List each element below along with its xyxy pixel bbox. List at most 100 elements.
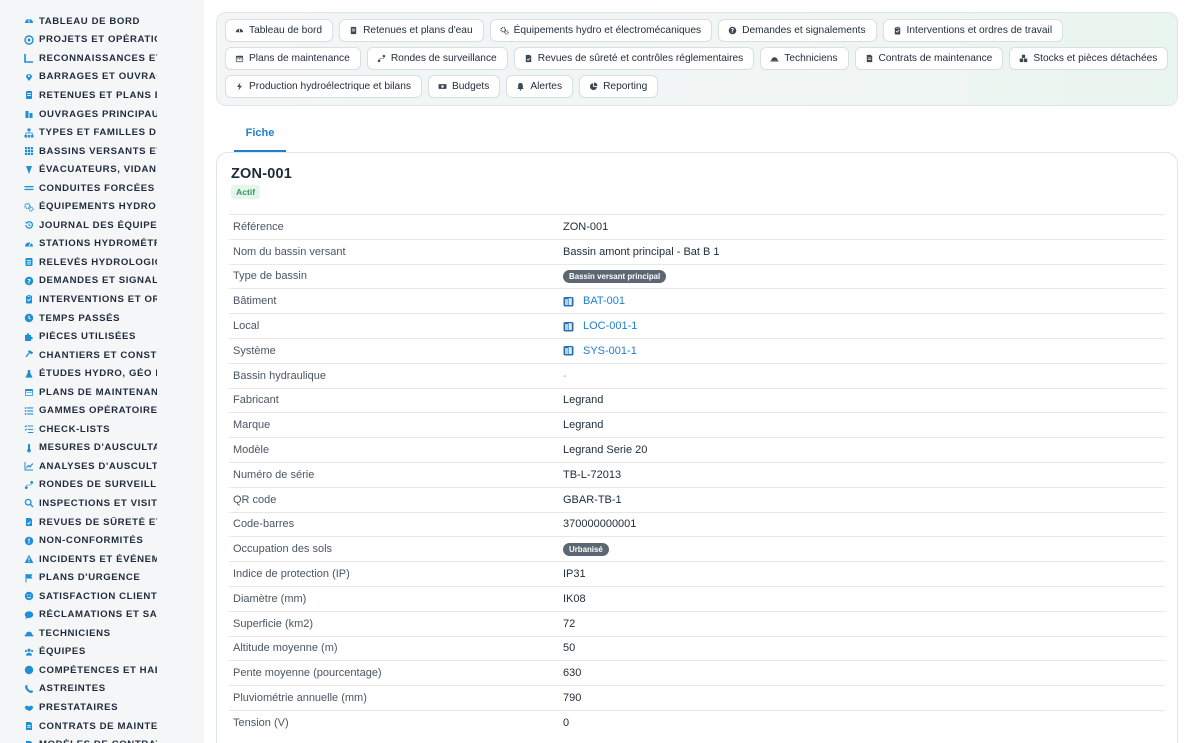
module-nav-button-label: Revues de sûreté et contrôles réglementa… — [537, 53, 744, 64]
sidebar-item[interactable]: PIÈCES UTILISÉES — [0, 327, 204, 346]
sidebar-item[interactable]: ANALYSES D'AUSCULTAT — [0, 457, 204, 476]
sidebar-item[interactable]: REVUES DE SÛRETÉ ET C — [0, 513, 204, 532]
sidebar-item[interactable]: ÉQUIPES — [0, 643, 204, 662]
sidebar-item[interactable]: CONTRATS DE MAINTENA — [0, 717, 204, 736]
warning-icon — [24, 554, 34, 564]
field-label: Numéro de série — [233, 468, 315, 481]
contract-icon — [865, 54, 874, 63]
field-value-link[interactable]: LOC-001-1 — [563, 320, 637, 332]
sidebar-item[interactable]: OUVRAGES PRINCIPAUX — [0, 105, 204, 124]
field-label: Altitude moyenne (m) — [233, 642, 338, 655]
sidebar-item[interactable]: INSPECTIONS ET VISITES — [0, 494, 204, 513]
field-value-cell: TB-L-72013 — [563, 469, 1165, 481]
hardhat-icon — [24, 628, 34, 638]
sidebar-item[interactable]: MODÈLES DE CONTRATS — [0, 735, 204, 743]
field-value-link-text: SYS-001-1 — [583, 344, 637, 357]
sidebar-item[interactable]: RÉCLAMATIONS ET SAV — [0, 606, 204, 625]
field-value: 50 — [563, 642, 576, 655]
pin-icon — [24, 72, 34, 82]
module-nav-button[interactable]: Revues de sûreté et contrôles réglementa… — [513, 47, 755, 70]
sidebar-item[interactable]: RONDES DE SURVEILLAN — [0, 476, 204, 495]
module-nav-button[interactable]: Plans de maintenance — [225, 47, 361, 70]
sidebar-item[interactable]: INCIDENTS ET ÉVÉNEMEI — [0, 550, 204, 569]
module-nav-button-label: Reporting — [603, 81, 648, 92]
field-row: Bâtiment BAT-001 — [229, 288, 1165, 313]
sidebar-item[interactable]: JOURNAL DES ÉQUIPEME — [0, 216, 204, 235]
sidebar-item[interactable]: INTERVENTIONS ET ORDI — [0, 290, 204, 309]
module-nav-button[interactable]: ? Demandes et signalements — [718, 19, 877, 42]
tab-fiche[interactable]: Fiche — [234, 118, 286, 152]
module-nav-button[interactable]: Stocks et pièces détachées — [1009, 47, 1169, 70]
checklist-icon — [24, 424, 34, 434]
file-check-icon — [524, 54, 533, 63]
sidebar-item[interactable]: PLANS DE MAINTENANCE — [0, 383, 204, 402]
field-label: Tension (V) — [233, 716, 289, 729]
sidebar-item[interactable]: CHECK-LISTS — [0, 420, 204, 439]
sidebar-item[interactable]: SATISFACTION CLIENT — [0, 587, 204, 606]
sidebar-item-label: MESURES D'AUSCULTATI — [39, 442, 157, 454]
bell-icon — [516, 82, 525, 91]
module-nav-button[interactable]: Contrats de maintenance — [854, 47, 1004, 70]
module-nav-button-label: Techniciens — [784, 53, 838, 64]
sidebar-item[interactable]: PRESTATAIRES — [0, 698, 204, 717]
sidebar-item[interactable]: PLANS D'URGENCE — [0, 568, 204, 587]
sidebar-item[interactable]: ? DEMANDES ET SIGNALEM — [0, 272, 204, 291]
module-nav-button[interactable]: Rondes de surveillance — [366, 47, 508, 70]
hardhat-icon — [770, 54, 779, 63]
sidebar-item[interactable]: RETENUES ET PLANS D'E — [0, 86, 204, 105]
field-value-link[interactable]: BAT-001 — [563, 295, 625, 307]
module-nav-button-label: Rondes de surveillance — [390, 53, 497, 64]
module-nav-button[interactable]: Retenues et plans d'eau — [339, 19, 484, 42]
sidebar-item-label: SATISFACTION CLIENT — [39, 590, 157, 602]
module-nav-button[interactable]: Alertes — [506, 75, 574, 98]
gauge-icon — [24, 239, 34, 249]
field-label: QR code — [233, 493, 277, 506]
module-nav-button[interactable]: Reporting — [579, 75, 659, 98]
module-nav-panel: Tableau de bord Retenues et plans d'eau Éq… — [216, 12, 1178, 106]
field-row: Local LOC-001-1 — [229, 313, 1165, 338]
sidebar-item[interactable]: GAMMES OPÉRATOIRES — [0, 401, 204, 420]
sidebar-item[interactable]: CHANTIERS ET CONSTRU — [0, 346, 204, 365]
module-nav-button[interactable]: Interventions et ordres de travail — [882, 19, 1064, 42]
field-value: 630 — [563, 667, 582, 680]
sidebar-item[interactable]: STATIONS HYDROMÉTRIC — [0, 235, 204, 254]
sidebar-item[interactable]: TECHNICIENS — [0, 624, 204, 643]
field-value-cell: Bassin amont principal - Bat B 1 — [563, 246, 1165, 258]
record-fields-table: Référence ZON-001 Nom du bassin versant Bas… — [229, 214, 1165, 735]
field-value-cell: 0 — [563, 717, 1165, 729]
sidebar-item[interactable]: CONDUITES FORCÉES ET — [0, 179, 204, 198]
sidebar-item[interactable]: TYPES ET FAMILLES D'OU — [0, 123, 204, 142]
sidebar-item[interactable]: ASTREINTES — [0, 680, 204, 699]
sidebar-item[interactable]: BASSINS VERSANTS ET A — [0, 142, 204, 161]
module-nav-button[interactable]: Équipements hydro et électromécaniques — [489, 19, 713, 42]
sidebar-item[interactable]: ÉVACUATEURS, VIDANGE — [0, 160, 204, 179]
field-value: IK08 — [563, 592, 586, 605]
field-value-cell: Legrand — [563, 394, 1165, 406]
field-row: Superficie (km2) 72 — [229, 610, 1165, 636]
module-nav-button[interactable]: Budgets — [427, 75, 501, 98]
field-value-link[interactable]: SYS-001-1 — [563, 345, 637, 357]
badge-icon — [24, 665, 34, 675]
sidebar-item[interactable]: RECONNAISSANCES ET V — [0, 49, 204, 68]
module-nav-button-label: Alertes — [530, 81, 563, 92]
field-value-badge: Urbanisé — [563, 542, 609, 556]
sidebar-item[interactable]: NON-CONFORMITÉS — [0, 531, 204, 550]
sidebar-item[interactable]: MESURES D'AUSCULTATI — [0, 439, 204, 458]
module-nav-button[interactable]: Techniciens — [760, 47, 849, 70]
field-value: ZON-001 — [563, 220, 609, 233]
field-value-cell: ZON-001 — [563, 221, 1165, 233]
sidebar-item[interactable]: TEMPS PASSÉS — [0, 309, 204, 328]
module-nav-button[interactable]: Production hydroélectrique et bilans — [225, 75, 422, 98]
sidebar-item[interactable]: BARRAGES ET OUVRAGE — [0, 68, 204, 87]
sidebar-item[interactable]: COMPÉTENCES ET HABIL — [0, 661, 204, 680]
module-nav-row: Plans de maintenance Rondes de surveillan… — [225, 47, 1177, 70]
field-row: QR code GBAR-TB-1 — [229, 486, 1165, 512]
sidebar-item[interactable]: ÉTUDES HYDRO, GÉO ET — [0, 364, 204, 383]
sidebar-item[interactable]: TABLEAU DE BORD — [0, 12, 204, 31]
sidebar-item[interactable]: RELEVÉS HYDROLOGIQU — [0, 253, 204, 272]
field-value-cell: 72 — [563, 618, 1165, 630]
sidebar-item[interactable]: PROJETS ET OPÉRATION — [0, 31, 204, 50]
sidebar-item[interactable]: ÉQUIPEMENTS HYDRO ET — [0, 197, 204, 216]
bullet-list-icon — [24, 406, 34, 416]
module-nav-button[interactable]: Tableau de bord — [225, 19, 334, 42]
